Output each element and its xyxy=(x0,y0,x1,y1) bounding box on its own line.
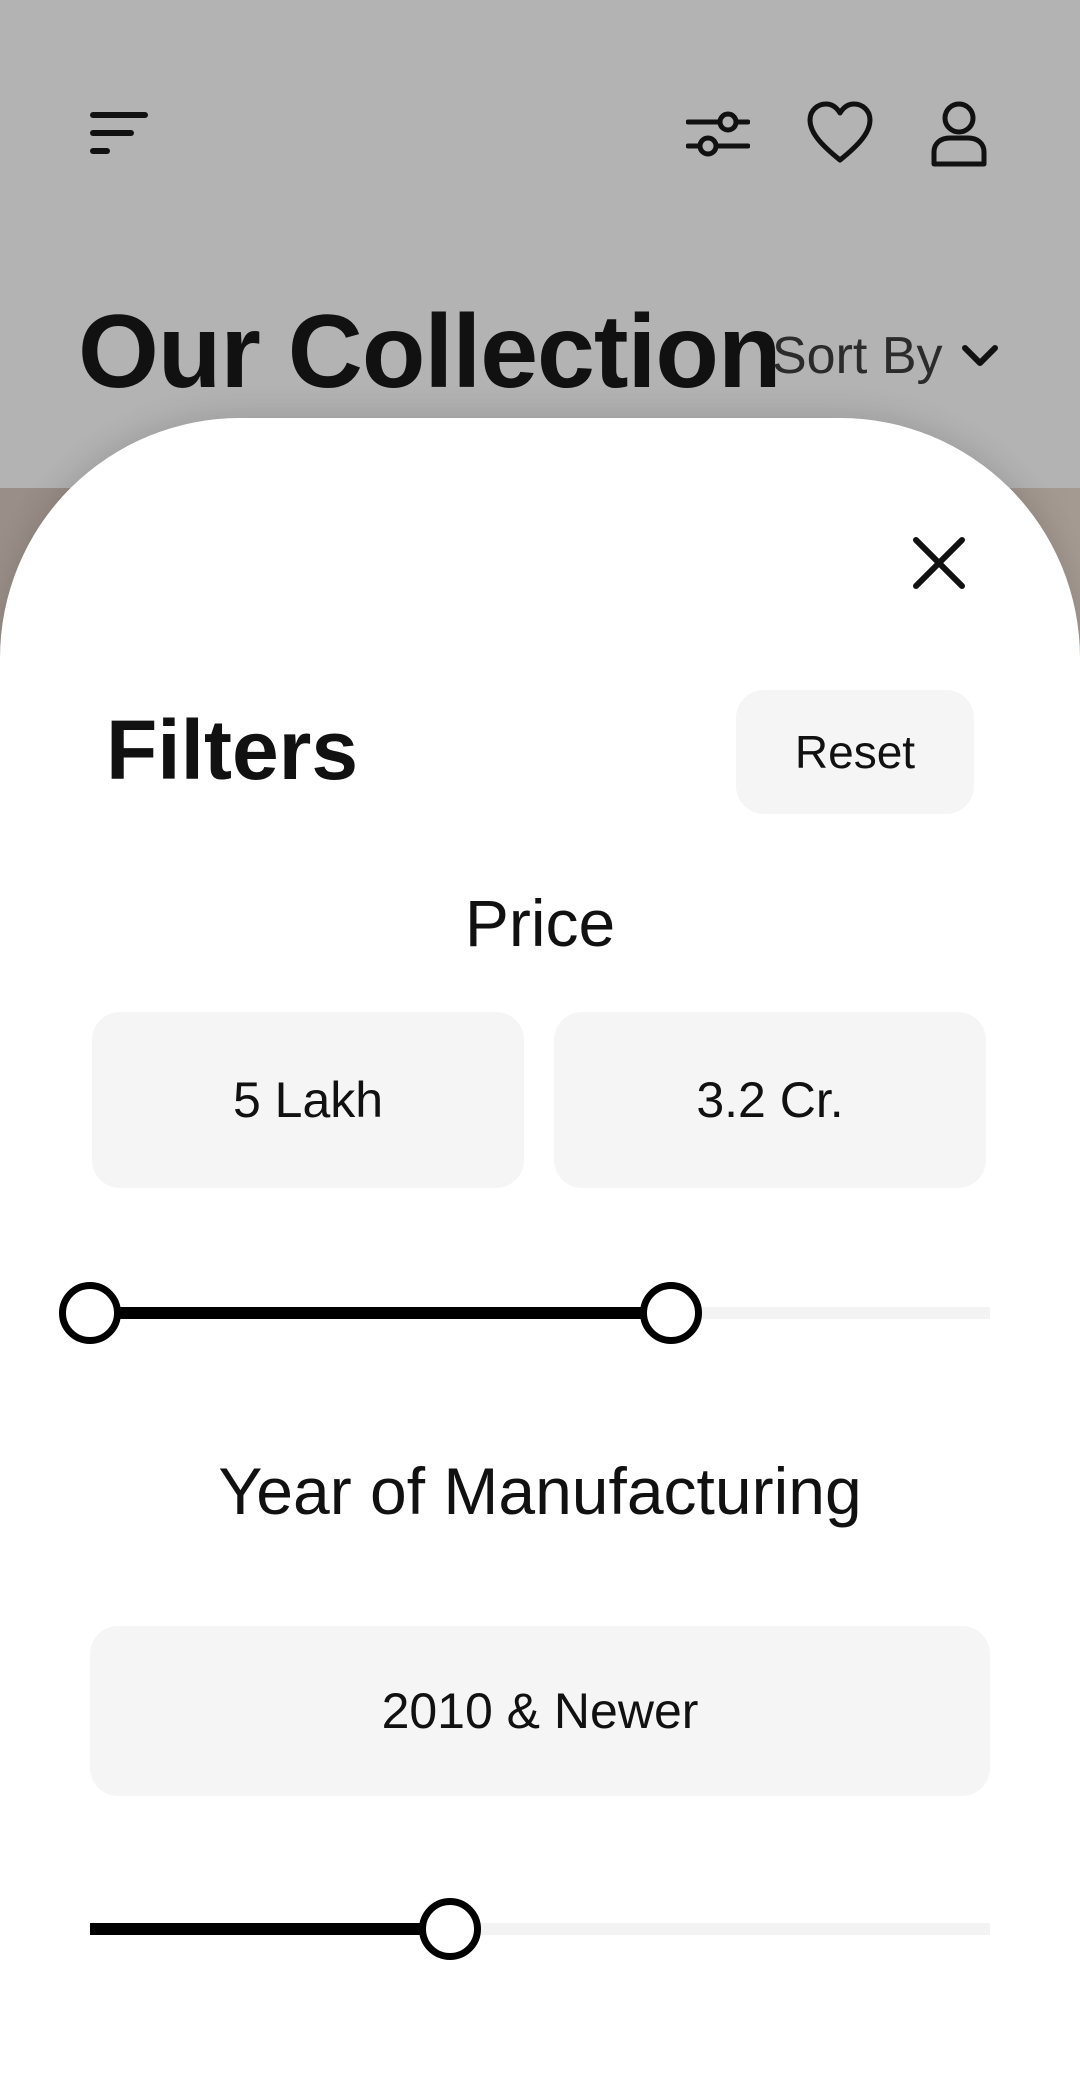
sliders-icon xyxy=(686,111,750,157)
price-heading: Price xyxy=(464,886,616,960)
close-icon xyxy=(913,537,965,589)
price-min-value: 5 Lakh xyxy=(232,1072,384,1128)
price-min-field[interactable]: 5 Lakh xyxy=(92,1012,524,1188)
reset-button[interactable]: Reset xyxy=(736,690,974,814)
wishlist-button[interactable] xyxy=(806,100,874,166)
heart-icon xyxy=(807,101,873,163)
filter-button[interactable] xyxy=(686,108,750,160)
page-title: Our Collection xyxy=(78,294,781,410)
sort-by-label: Sort By xyxy=(772,327,943,385)
year-field[interactable]: 2010 & Newer xyxy=(90,1626,990,1796)
year-slider[interactable] xyxy=(90,1894,990,1964)
filters-title: Filters xyxy=(106,703,359,797)
menu-button[interactable] xyxy=(88,108,152,160)
price-slider-fill xyxy=(90,1307,671,1319)
price-max-value: 3.2 Cr. xyxy=(696,1072,844,1128)
user-icon xyxy=(931,101,987,167)
price-range-slider[interactable] xyxy=(59,1278,990,1348)
price-min-handle[interactable] xyxy=(59,1282,121,1344)
chevron-down-icon xyxy=(961,345,998,366)
sort-by-dropdown[interactable]: Sort By xyxy=(772,330,999,382)
year-slider-fill xyxy=(90,1923,450,1935)
menu-icon xyxy=(90,112,148,154)
year-slider-handle[interactable] xyxy=(419,1898,481,1960)
year-heading: Year of Manufacturing xyxy=(218,1454,862,1528)
close-button[interactable] xyxy=(904,528,974,598)
profile-button[interactable] xyxy=(930,100,988,168)
price-max-field[interactable]: 3.2 Cr. xyxy=(554,1012,986,1188)
year-value: 2010 & Newer xyxy=(381,1683,699,1739)
price-max-handle[interactable] xyxy=(639,1282,702,1344)
filters-sheet: Filters Reset Price 5 Lakh 3.2 Cr. Year … xyxy=(0,418,1080,2097)
